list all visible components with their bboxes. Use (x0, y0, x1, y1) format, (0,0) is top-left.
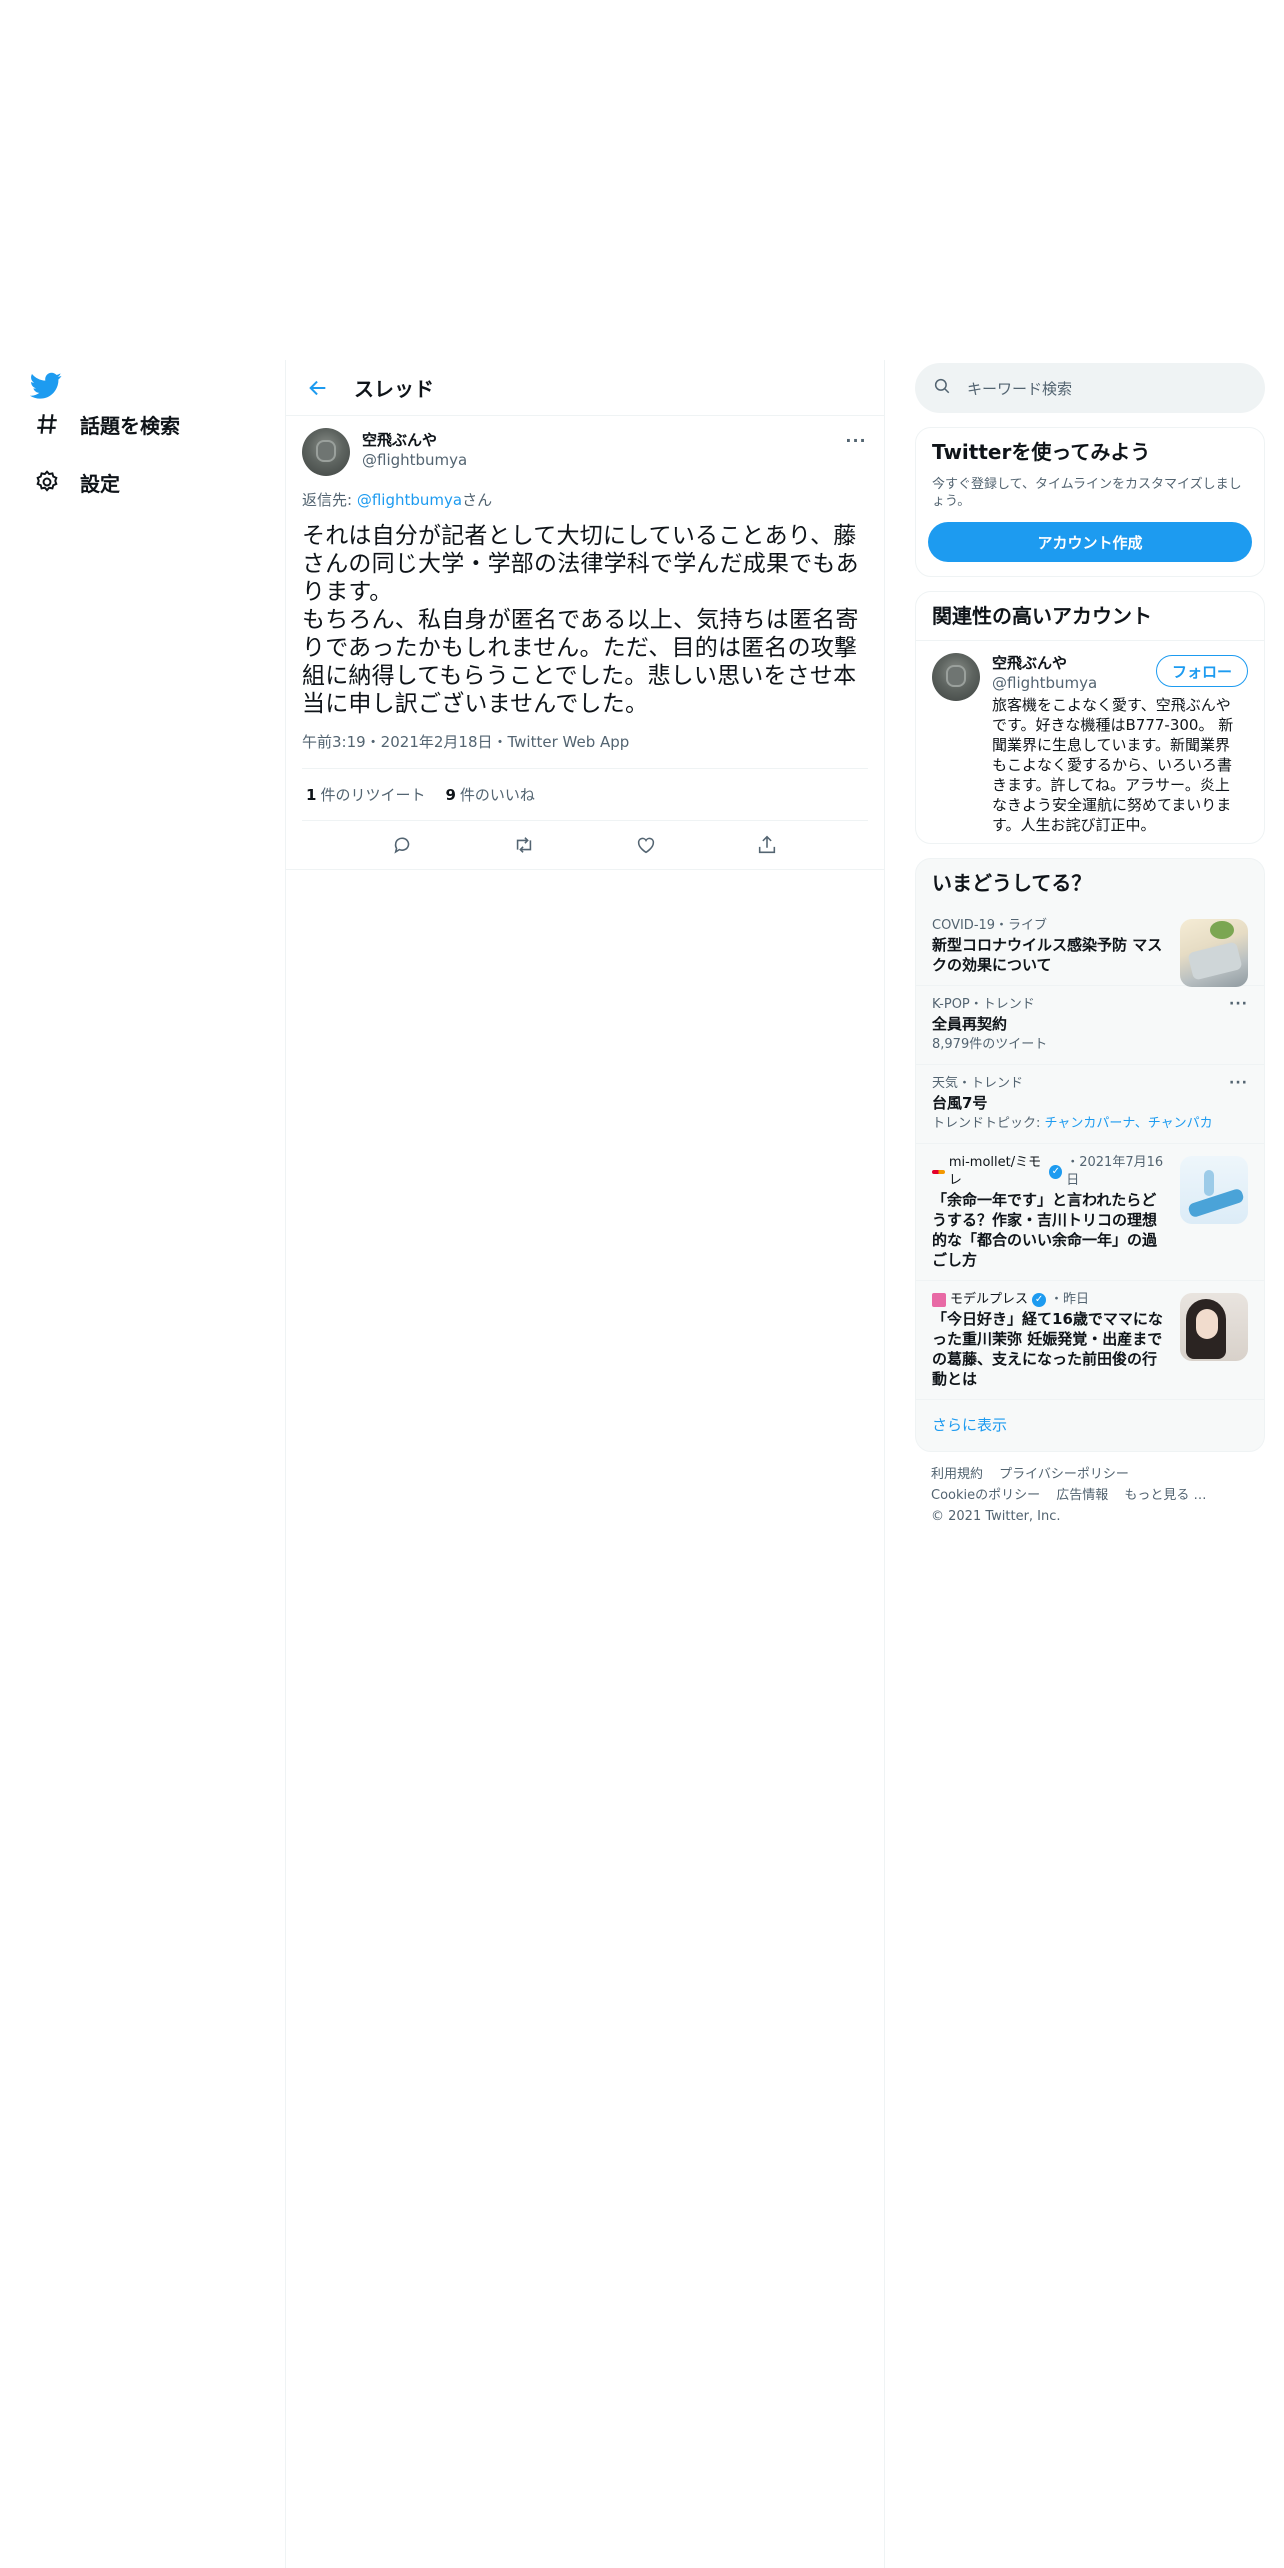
reply-to: 返信先: @flightbumyaさん (302, 490, 868, 510)
search-placeholder: キーワード検索 (967, 379, 1073, 398)
trend-item[interactable]: COVID-19・ライブ 新型コロナウイルス感染予防 マスクの効果について (916, 907, 1264, 987)
footer-cookie-link[interactable]: Cookieのポリシー (931, 1488, 1040, 1503)
publisher-name: mi-mollet/ミモレ (948, 1155, 1042, 1188)
mimollet-logo-icon (932, 1170, 945, 1174)
related-accounts-card: 関連性の高いアカウント 空飛ぶんや @flightbumya 旅客機をこよなく愛… (915, 591, 1265, 844)
author-handle[interactable]: @flightbumya (362, 450, 467, 470)
avatar[interactable] (302, 428, 350, 476)
retweet-stat[interactable]: 1 件のリツイート (306, 784, 425, 805)
trend-publisher-row: モデルプレス ✓ ・昨日 (932, 1291, 1167, 1309)
like-label: 件のいいね (459, 786, 535, 804)
trend-meta: 天気・トレンド (932, 1076, 1024, 1091)
signup-card: Twitterを使ってみよう 今すぐ登録して、タイムラインをカスタマイズしましょ… (915, 427, 1265, 577)
twitter-logo-icon[interactable] (29, 372, 62, 400)
gear-icon (32, 467, 62, 497)
trends-title: いまどうしてる？ (932, 871, 1092, 895)
retweet-label: 件のリツイート (320, 786, 426, 804)
footer-privacy-link[interactable]: プライバシーポリシー (999, 1467, 1129, 1482)
nav-settings-label: 設定 (80, 471, 120, 496)
like-stat[interactable]: 9 件のいいね (445, 784, 534, 805)
footer-terms-link[interactable]: 利用規約 (931, 1467, 983, 1482)
avatar[interactable] (932, 653, 980, 701)
trend-item[interactable]: 天気・トレンド 台風7号 トレンドトピック: チャンカパーナ、チャンパカ ··· (916, 1065, 1264, 1144)
related-account-bio: 旅客機をこよなく愛す、空飛ぶんやです。好きな機種はB777-300。 新聞業界に… (992, 696, 1234, 834)
reply-mention-link[interactable]: @flightbumya (357, 491, 462, 509)
trend-thumbnail (1180, 1156, 1248, 1224)
tweet-stats: 1 件のリツイート 9 件のいいね (302, 769, 868, 821)
create-account-button[interactable]: アカウント作成 (928, 522, 1252, 562)
trend-item[interactable]: mi-mollet/ミモレ ✓ ・2021年7月16日 「余命一年です」と言われ… (916, 1144, 1264, 1281)
author-display-name[interactable]: 空飛ぶんや (362, 430, 467, 450)
reply-to-prefix: 返信先: (302, 491, 357, 509)
trend-tweet-count: 8,979件のツイート (932, 1037, 1048, 1052)
signup-title: Twitterを使ってみよう (932, 440, 1151, 464)
nav-settings[interactable]: 設定 (32, 462, 120, 502)
trend-thumbnail (1180, 1293, 1248, 1361)
tweet: 空飛ぶんや @flightbumya ··· 返信先: @flightbumya… (286, 416, 884, 870)
footer-copyright: © 2021 Twitter, Inc. (931, 1509, 1061, 1524)
trend-more-icon[interactable]: ··· (1229, 996, 1248, 1012)
trend-title: 「今日好き」経て16歳でママになった重川茉弥 妊娠発覚・出産までの葛藤、支えにな… (932, 1310, 1163, 1388)
related-account[interactable]: 空飛ぶんや @flightbumya 旅客機をこよなく愛す、空飛ぶんやです。好き… (916, 641, 1264, 843)
trend-title: 全員再契約 (932, 1015, 1008, 1033)
nav-explore[interactable]: 話題を検索 (32, 404, 180, 444)
modelpress-logo-icon (932, 1293, 946, 1307)
footer: 利用規約 プライバシーポリシー Cookieのポリシー 広告情報 もっと見る …… (915, 1452, 1265, 1539)
follow-button[interactable]: フォロー (1155, 655, 1248, 687)
related-title: 関連性の高いアカウント (916, 592, 1264, 641)
trend-publisher-row: mi-mollet/ミモレ ✓ ・2021年7月16日 (932, 1154, 1167, 1190)
trend-topics: トレンドトピック: チャンカパーナ、チャンパカ (932, 1115, 1248, 1133)
footer-ads-link[interactable]: 広告情報 (1056, 1488, 1108, 1503)
publish-date: ・2021年7月16日 (1066, 1155, 1164, 1188)
trend-title: 「余命一年です」と言われたらどうする？作家・吉川トリコの理想的な「都合のいい余命… (932, 1191, 1158, 1269)
publisher-name: モデルプレス (950, 1292, 1029, 1307)
main-column: スレッド 空飛ぶんや @flightbumya ··· 返信先: @flight… (285, 360, 885, 2568)
heart-icon[interactable] (629, 828, 663, 862)
trend-meta: COVID-19・ライブ (932, 918, 1048, 933)
trend-item[interactable]: K-POP・トレンド 全員再契約 8,979件のツイート ··· (916, 986, 1264, 1065)
back-arrow-icon[interactable] (290, 360, 346, 416)
page-title: スレッド (354, 377, 434, 401)
retweet-count: 1 (306, 786, 317, 804)
trend-meta: K-POP・トレンド (932, 997, 1035, 1012)
search-icon (933, 377, 951, 399)
tweet-author-row: 空飛ぶんや @flightbumya ··· (302, 428, 868, 480)
search-input[interactable]: キーワード検索 (915, 363, 1265, 413)
trend-item[interactable]: モデルプレス ✓ ・昨日 「今日好き」経て16歳でママになった重川茉弥 妊娠発覚… (916, 1281, 1264, 1400)
signup-description: 今すぐ登録して、タイムラインをカスタマイズしましょう。 (932, 477, 1242, 509)
footer-more-link[interactable]: もっと見る … (1124, 1488, 1206, 1503)
show-more-link[interactable]: さらに表示 (916, 1400, 1264, 1451)
trend-thumbnail (1180, 919, 1248, 987)
reply-icon[interactable] (386, 828, 420, 862)
more-options-icon[interactable]: ··· (844, 428, 868, 452)
publish-date: ・昨日 (1050, 1292, 1090, 1307)
verified-badge-icon: ✓ (1049, 1165, 1063, 1179)
trends-card: いまどうしてる？ COVID-19・ライブ 新型コロナウイルス感染予防 マスクの… (915, 858, 1265, 1452)
like-count: 9 (445, 786, 456, 804)
trend-topic-links[interactable]: チャンカパーナ、チャンパカ (1045, 1116, 1213, 1131)
nav-explore-label: 話題を検索 (80, 413, 180, 438)
tweet-actions (302, 821, 868, 869)
retweet-icon[interactable] (507, 828, 541, 862)
share-icon[interactable] (750, 828, 784, 862)
right-sidebar: キーワード検索 Twitterを使ってみよう 今すぐ登録して、タイムラインをカス… (915, 363, 1265, 1539)
tweet-timestamp[interactable]: 午前3:19・2021年2月18日・Twitter Web App (302, 732, 868, 769)
trend-title: 台風7号 (932, 1094, 988, 1112)
reply-to-suffix: さん (462, 491, 493, 509)
column-header: スレッド (286, 360, 884, 416)
author-names: 空飛ぶんや @flightbumya (362, 430, 467, 470)
trend-topics-prefix: トレンドトピック: (932, 1116, 1045, 1131)
hashtag-icon (32, 409, 62, 439)
tweet-text: それは自分が記者として大切にしていることあり、藤さんの同じ大学・学部の法律学科で… (302, 523, 859, 717)
trend-more-icon[interactable]: ··· (1229, 1075, 1248, 1091)
trend-title: 新型コロナウイルス感染予防 マスクの効果について (932, 936, 1163, 974)
verified-badge-icon: ✓ (1032, 1293, 1047, 1307)
